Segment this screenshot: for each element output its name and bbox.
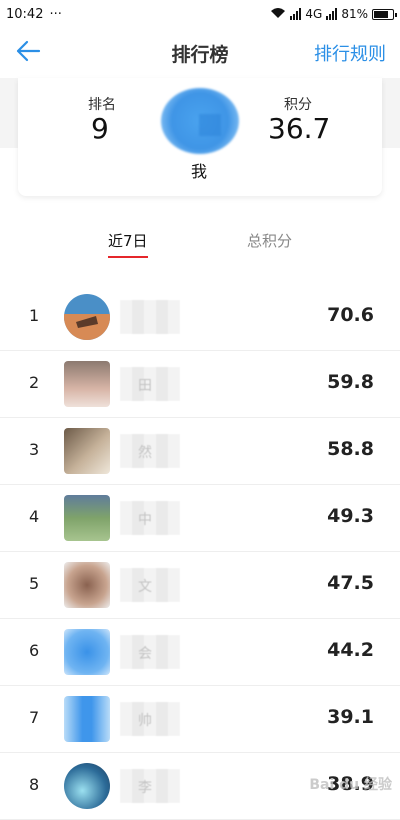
- status-bar: 10:42 ··· 4G 81%: [0, 0, 400, 28]
- list-item[interactable]: 4 中 49.3: [0, 485, 400, 552]
- points: 39.1: [327, 706, 374, 728]
- points: 44.2: [327, 639, 374, 661]
- arrow-left-icon: [15, 40, 41, 66]
- score-value: 36.7: [268, 112, 330, 145]
- list-item[interactable]: 3 然 58.8: [0, 418, 400, 485]
- avatar: [64, 361, 110, 407]
- avatar: [64, 629, 110, 675]
- user-name: 文: [120, 568, 180, 602]
- user-name: 李: [120, 769, 180, 803]
- rank-value: 9: [91, 112, 109, 145]
- user-name: 帅: [120, 702, 180, 736]
- points: 70.6: [327, 304, 374, 326]
- avatar: [161, 88, 239, 154]
- avatar: [64, 495, 110, 541]
- active-tab-indicator: [108, 256, 148, 258]
- tab-total-points[interactable]: 总积分: [247, 230, 292, 251]
- list-item[interactable]: 1 70.6: [0, 284, 400, 351]
- rank-number: 1: [29, 306, 39, 325]
- rank-number: 3: [29, 440, 39, 459]
- tab-recent-7-days[interactable]: 近7日: [108, 230, 148, 251]
- score-label: 积分: [284, 94, 312, 114]
- signal-icon-2: [326, 8, 337, 20]
- me-label: 我: [191, 158, 207, 182]
- points: 59.8: [327, 371, 374, 393]
- user-name: [120, 300, 180, 334]
- battery-percent: 81%: [341, 7, 368, 21]
- tab-bar: 近7日 总积分: [0, 220, 400, 262]
- avatar: [64, 428, 110, 474]
- list-item[interactable]: 5 文 47.5: [0, 552, 400, 619]
- avatar: [64, 562, 110, 608]
- points: 47.5: [327, 572, 374, 594]
- rank-number: 2: [29, 373, 39, 392]
- battery-icon: [372, 9, 394, 20]
- avatar: [64, 294, 110, 340]
- back-button[interactable]: [8, 34, 48, 72]
- nav-bar: 排行榜 排行规则: [0, 28, 400, 78]
- rank-number: 6: [29, 641, 39, 660]
- status-right: 4G 81%: [270, 7, 394, 22]
- points: 58.8: [327, 438, 374, 460]
- avatar: [64, 696, 110, 742]
- avatar: [64, 763, 110, 809]
- my-rank-card: 排名 9 我 积分 36.7: [18, 78, 382, 196]
- rules-link[interactable]: 排行规则: [314, 40, 386, 66]
- rank-number: 4: [29, 507, 39, 526]
- list-item[interactable]: 6 会 44.2: [0, 619, 400, 686]
- page-title: 排行榜: [171, 40, 228, 67]
- network-type: 4G: [305, 7, 322, 21]
- rank-label: 排名: [88, 94, 116, 114]
- watermark: Bai du 经验: [309, 774, 392, 794]
- user-name: 中: [120, 501, 180, 535]
- status-time: 10:42: [6, 7, 43, 22]
- list-item[interactable]: 2 田 59.8: [0, 351, 400, 418]
- list-item[interactable]: 7 帅 39.1: [0, 686, 400, 753]
- user-name: 会: [120, 635, 180, 669]
- points: 49.3: [327, 505, 374, 527]
- wifi-icon: [270, 7, 286, 22]
- rank-number: 7: [29, 708, 39, 727]
- rank-number: 8: [29, 775, 39, 794]
- status-left: 10:42 ···: [6, 7, 62, 22]
- status-dots: ···: [49, 7, 61, 22]
- user-name: 田: [120, 367, 180, 401]
- user-name: 然: [120, 434, 180, 468]
- signal-icon: [290, 8, 301, 20]
- rank-number: 5: [29, 574, 39, 593]
- leaderboard-list: 1 70.6 2 田 59.8 3 然 58.8 4 中 49.3 5 文 47…: [0, 284, 400, 820]
